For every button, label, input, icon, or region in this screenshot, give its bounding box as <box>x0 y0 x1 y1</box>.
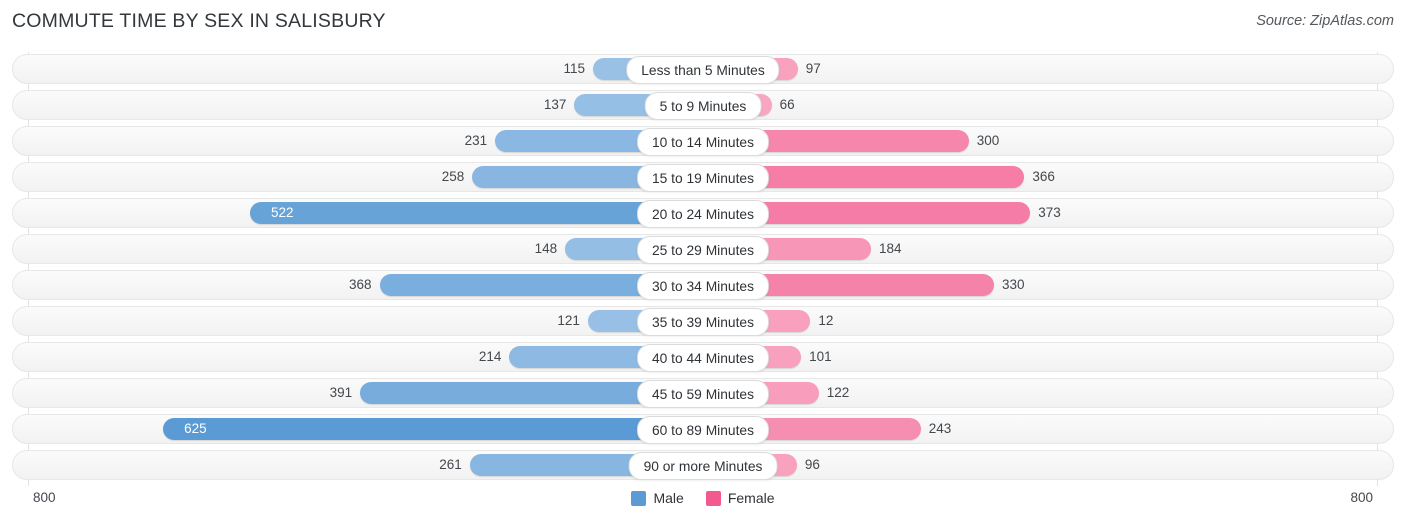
legend-label-male: Male <box>653 490 684 506</box>
value-label-female: 101 <box>809 349 832 364</box>
table-row: 121 12 35 to 39 Minutes <box>12 306 1394 336</box>
value-label-female: 122 <box>826 385 850 400</box>
table-row: 231 300 10 to 14 Minutes <box>12 126 1394 156</box>
table-row: 368 330 30 to 34 Minutes <box>12 270 1394 300</box>
category-label: 90 or more Minutes <box>628 452 778 480</box>
value-label-female: 97 <box>805 61 821 76</box>
table-row: 391 122 45 to 59 Minutes <box>12 378 1394 408</box>
source-attribution: Source: ZipAtlas.com <box>1256 13 1394 29</box>
value-label-female: 300 <box>976 133 1000 148</box>
table-row: 214 101 40 to 44 Minutes <box>12 342 1394 372</box>
category-label: 60 to 89 Minutes <box>636 416 770 444</box>
legend-item-female[interactable]: Female <box>705 490 775 506</box>
legend-swatch-male-icon <box>631 490 647 506</box>
value-label-female: 373 <box>1038 205 1061 220</box>
value-label-male: 258 <box>441 169 465 184</box>
category-label: 30 to 34 Minutes <box>636 272 770 300</box>
category-label: 35 to 39 Minutes <box>636 308 770 336</box>
table-row: 625 243 60 to 89 Minutes <box>12 414 1394 444</box>
bar-male[interactable] <box>162 418 690 440</box>
value-label-female: 66 <box>779 97 795 112</box>
value-label-male: 148 <box>534 241 558 256</box>
category-label: 15 to 19 Minutes <box>636 164 770 192</box>
page-title: COMMUTE TIME BY SEX IN SALISBURY <box>12 10 386 32</box>
category-label: 25 to 29 Minutes <box>636 236 770 264</box>
category-label: 45 to 59 Minutes <box>636 380 770 408</box>
chart-header: COMMUTE TIME BY SEX IN SALISBURY Source:… <box>0 0 1406 42</box>
bar-male[interactable] <box>249 202 690 224</box>
value-label-male: 115 <box>563 61 585 76</box>
value-label-male: 391 <box>329 385 353 400</box>
value-label-female: 243 <box>928 421 952 436</box>
category-label: 5 to 9 Minutes <box>644 92 762 120</box>
value-label-male: 625 <box>184 421 207 436</box>
commute-time-chart: COMMUTE TIME BY SEX IN SALISBURY Source:… <box>0 0 1406 523</box>
category-label: Less than 5 Minutes <box>626 56 780 84</box>
value-label-male: 522 <box>271 205 294 220</box>
plot-area: 115 97 Less than 5 Minutes 137 66 5 to 9 Minu… <box>0 52 1406 486</box>
value-label-male: 261 <box>439 457 462 472</box>
value-label-female: 366 <box>1032 169 1055 184</box>
table-row: 148 184 25 to 29 Minutes <box>12 234 1394 264</box>
value-label-male: 214 <box>478 349 502 364</box>
table-row: 522 373 20 to 24 Minutes <box>12 198 1394 228</box>
legend: Male Female <box>0 490 1406 506</box>
category-label: 40 to 44 Minutes <box>636 344 770 372</box>
value-label-male: 368 <box>348 277 372 292</box>
table-row: 137 66 5 to 9 Minutes <box>12 90 1394 120</box>
value-label-male: 137 <box>543 97 567 112</box>
legend-item-male[interactable]: Male <box>631 490 684 506</box>
value-label-female: 96 <box>804 457 820 472</box>
category-label: 20 to 24 Minutes <box>636 200 770 228</box>
value-label-female: 184 <box>879 241 902 256</box>
value-label-female: 330 <box>1002 277 1025 292</box>
chart-footer: 800 800 Male Female <box>0 486 1406 523</box>
category-label: 10 to 14 Minutes <box>636 128 770 156</box>
legend-label-female: Female <box>727 490 775 506</box>
value-label-male: 121 <box>557 313 580 328</box>
legend-swatch-female-icon <box>705 490 721 506</box>
table-row: 261 96 90 or more Minutes <box>12 450 1394 480</box>
value-label-male: 231 <box>464 133 488 148</box>
table-row: 258 366 15 to 19 Minutes <box>12 162 1394 192</box>
table-row: 115 97 Less than 5 Minutes <box>12 54 1394 84</box>
value-label-female: 12 <box>818 313 834 328</box>
